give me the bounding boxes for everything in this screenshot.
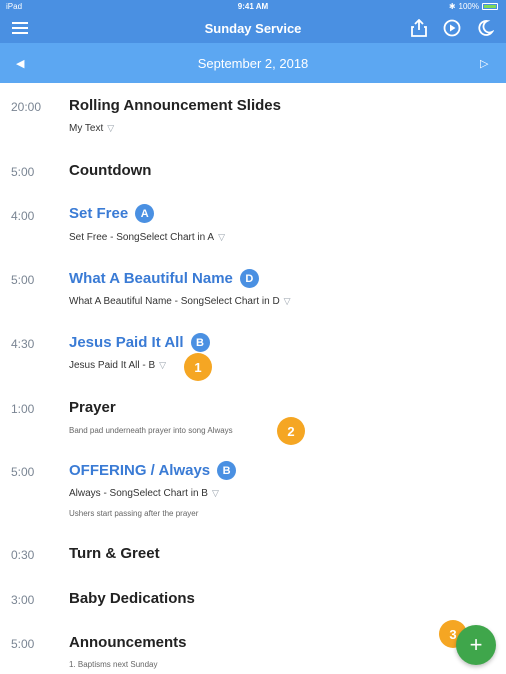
item-title: Baby Dedications xyxy=(69,590,195,607)
chevron-down-icon[interactable]: ▽ xyxy=(284,296,291,306)
item-subtitle[interactable]: What A Beautiful Name - SongSelect Chart… xyxy=(69,296,291,307)
battery-icon xyxy=(482,3,498,10)
battery-percent: 100% xyxy=(458,2,479,11)
date-bar: ◀ September 2, 2018 ▷ xyxy=(0,43,506,83)
item-title-text: Baby Dedications xyxy=(69,590,195,607)
chevron-down-icon[interactable]: ▽ xyxy=(107,123,114,133)
status-right: ✱ 100% xyxy=(449,2,498,11)
item-title-text: Turn & Greet xyxy=(69,545,160,562)
item-title-text: What A Beautiful Name xyxy=(69,270,233,287)
item-title: Set Free A xyxy=(69,204,155,223)
item-title-text: Announcements xyxy=(69,634,187,651)
chevron-down-icon[interactable]: ▽ xyxy=(212,488,219,498)
chevron-down-icon[interactable]: ▽ xyxy=(159,360,166,370)
item-duration: 5:00 xyxy=(11,637,35,651)
moon-icon[interactable] xyxy=(475,18,495,38)
item-title: What A Beautiful Name D xyxy=(69,269,259,288)
nav-bar: Sunday Service xyxy=(0,13,506,43)
item-duration: 1:00 xyxy=(11,402,35,416)
item-subtitle[interactable]: Always - SongSelect Chart in B ▽ xyxy=(69,488,219,499)
item-title: Announcements xyxy=(69,634,187,651)
item-title-text: Countdown xyxy=(69,162,152,179)
add-item-button[interactable]: + xyxy=(456,625,496,665)
key-badge: A xyxy=(135,204,155,223)
bluetooth-icon: ✱ xyxy=(448,2,456,11)
item-title: Jesus Paid It All B xyxy=(69,333,210,352)
status-bar: iPad 9:41 AM ✱ 100% xyxy=(0,0,506,13)
item-title: Prayer xyxy=(69,399,116,416)
item-subtitle-text: Set Free - SongSelect Chart in A xyxy=(69,232,215,243)
item-title-text: Rolling Announcement Slides xyxy=(69,97,281,114)
item-duration: 20:00 xyxy=(11,100,42,114)
item-note: Band pad underneath prayer into song Alw… xyxy=(69,426,233,435)
chevron-down-icon[interactable]: ▽ xyxy=(218,232,225,242)
date-label[interactable]: September 2, 2018 xyxy=(0,56,506,71)
play-icon[interactable] xyxy=(442,18,462,38)
item-note: 1. Baptisms next Sunday xyxy=(69,660,158,669)
item-duration: 4:00 xyxy=(11,209,35,223)
callout-badge: 1 xyxy=(184,353,212,381)
item-title-text: OFFERING / Always xyxy=(69,462,211,479)
item-title: Turn & Greet xyxy=(69,545,160,562)
item-subtitle-text: My Text xyxy=(69,123,104,134)
item-duration: 5:00 xyxy=(11,465,35,479)
item-duration: 4:30 xyxy=(11,337,35,351)
item-duration: 5:00 xyxy=(11,273,35,287)
item-subtitle-text: What A Beautiful Name - SongSelect Chart… xyxy=(69,296,280,307)
key-badge: B xyxy=(190,333,210,352)
item-title-text: Prayer xyxy=(69,399,116,416)
item-title: OFFERING / Always B xyxy=(69,461,237,480)
item-title-text: Set Free xyxy=(69,205,129,222)
next-arrow-icon[interactable]: ▷ xyxy=(480,57,488,70)
callout-badge: 2 xyxy=(277,417,305,445)
share-icon[interactable] xyxy=(409,18,429,38)
item-subtitle[interactable]: Jesus Paid It All - B ▽ xyxy=(69,360,166,371)
item-note: Ushers start passing after the prayer xyxy=(69,509,199,518)
key-badge: D xyxy=(239,269,259,288)
page-title: Sunday Service xyxy=(204,21,302,36)
key-badge: B xyxy=(217,461,237,480)
item-title: Rolling Announcement Slides xyxy=(69,97,281,114)
item-duration: 0:30 xyxy=(11,548,35,562)
status-time: 9:41 AM xyxy=(237,2,269,11)
item-subtitle[interactable]: Set Free - SongSelect Chart in A ▽ xyxy=(69,232,225,243)
item-title-text: Jesus Paid It All xyxy=(69,334,184,351)
item-duration: 5:00 xyxy=(11,165,35,179)
item-subtitle[interactable]: My Text ▽ xyxy=(69,123,114,134)
item-subtitle-text: Jesus Paid It All - B xyxy=(69,360,156,371)
item-duration: 3:00 xyxy=(11,593,35,607)
item-title: Countdown xyxy=(69,162,151,179)
item-subtitle-text: Always - SongSelect Chart in B xyxy=(69,488,208,499)
